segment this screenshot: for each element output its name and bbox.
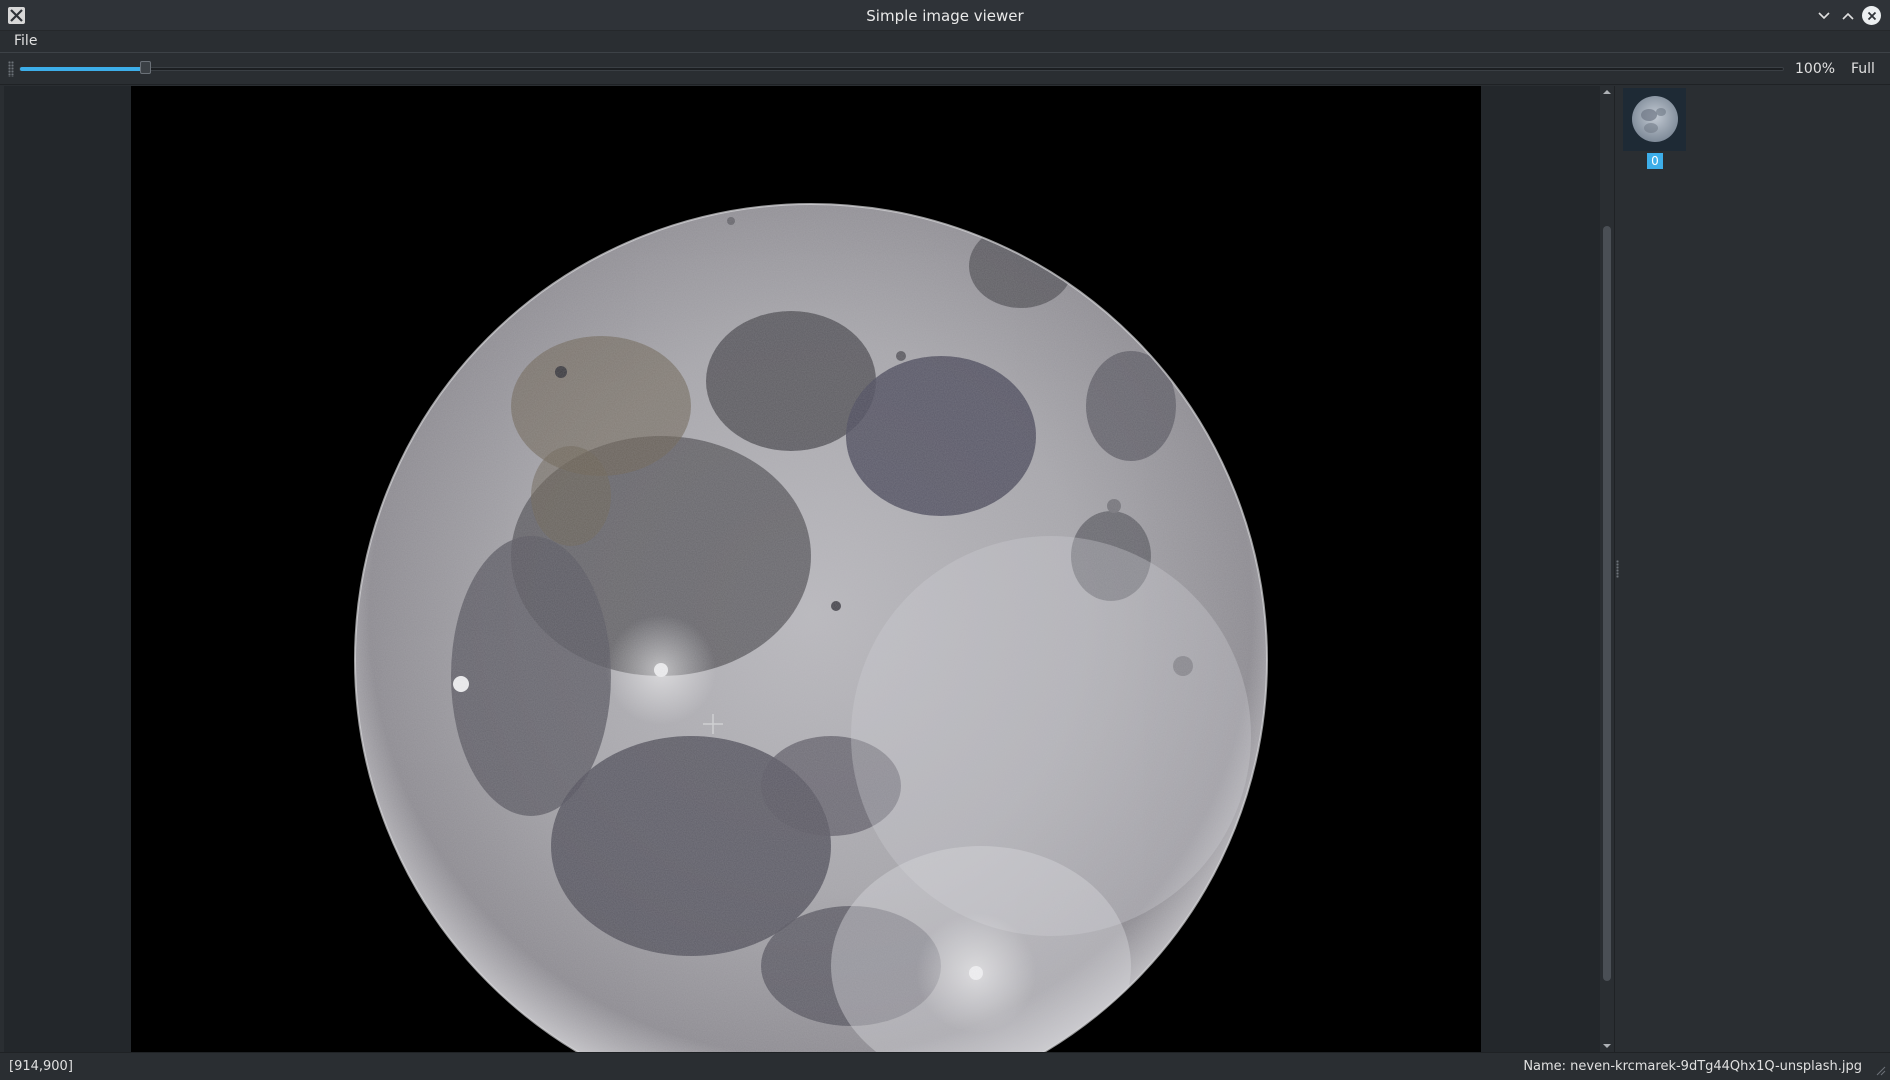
image-view[interactable] [4, 86, 1600, 1052]
minimize-button[interactable] [1814, 6, 1833, 25]
close-icon [1867, 11, 1876, 20]
file-name: Name: neven-krcmarek-9dTg44Qhx1Q-unsplas… [1523, 1059, 1862, 1074]
scroll-down-icon[interactable] [1603, 1042, 1611, 1050]
viewer-scrollbar[interactable] [1600, 86, 1614, 1052]
toolbar: 100% Full [0, 53, 1890, 85]
image-canvas[interactable] [131, 86, 1481, 1052]
full-button[interactable]: Full [1851, 61, 1875, 77]
toolbar-grip-icon[interactable] [8, 61, 14, 77]
chevron-up-icon [1841, 12, 1854, 20]
splitter-grip-icon[interactable] [1616, 560, 1619, 578]
menu-bar: File [0, 31, 1890, 53]
thumbnail-panel: 0 [1620, 86, 1890, 1052]
scrollbar-thumb[interactable] [1603, 226, 1611, 981]
moon-image [354, 203, 1268, 1052]
scroll-up-icon[interactable] [1603, 88, 1611, 96]
thumbnail-item[interactable] [1623, 88, 1686, 151]
crosshair-cursor-icon [703, 714, 723, 734]
title-bar: Simple image viewer [0, 0, 1890, 31]
resize-grip-icon[interactable] [1874, 1064, 1886, 1076]
zoom-level: 100% [1795, 61, 1836, 77]
chevron-down-icon [1817, 11, 1830, 19]
moon-thumbnail-icon [1632, 96, 1678, 142]
cursor-coordinates: [914,900] [9, 1059, 73, 1074]
window-title: Simple image viewer [866, 7, 1024, 25]
menu-file[interactable]: File [14, 33, 37, 49]
status-bar: [914,900] Name: neven-krcmarek-9dTg44Qhx… [0, 1052, 1890, 1080]
zoom-slider-handle[interactable] [140, 61, 151, 74]
maximize-button[interactable] [1838, 6, 1857, 25]
zoom-slider[interactable] [19, 67, 1784, 71]
close-button[interactable] [1862, 6, 1881, 25]
thumbnail-index[interactable]: 0 [1647, 153, 1663, 169]
zoom-slider-fill [20, 67, 144, 71]
